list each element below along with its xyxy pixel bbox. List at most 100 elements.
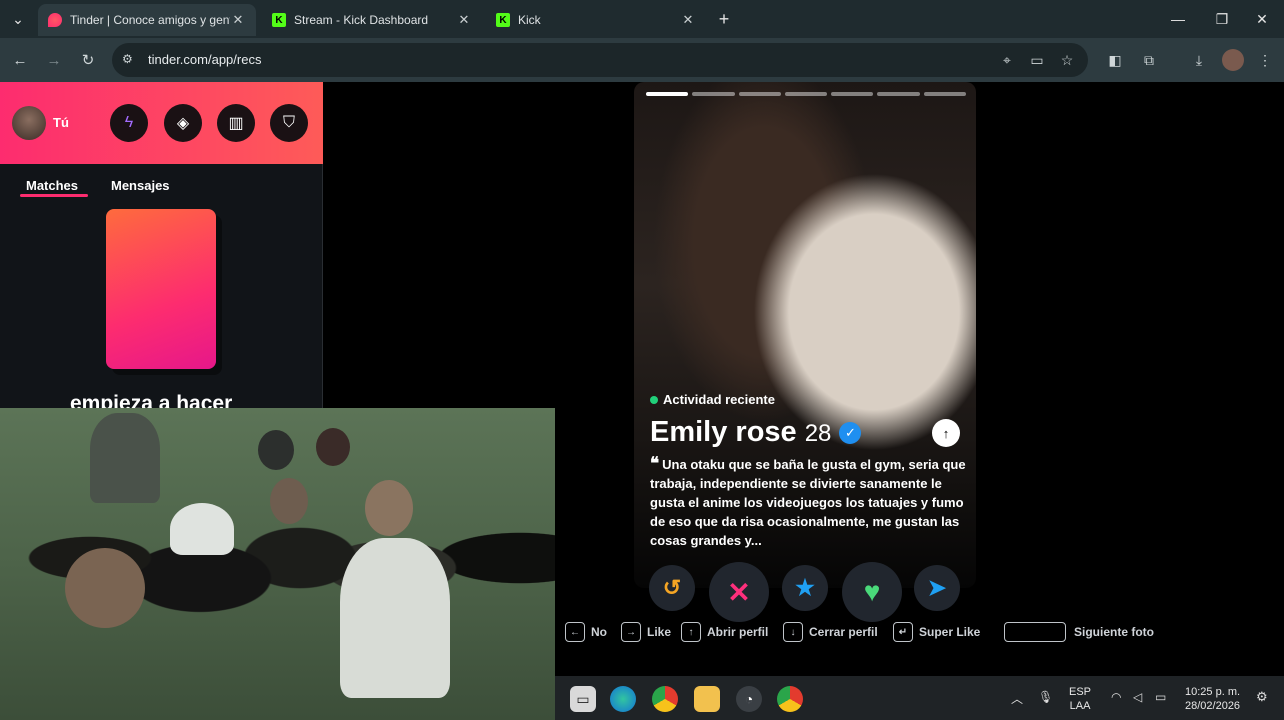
profile-name: Emily rose — [650, 416, 797, 448]
menu-icon[interactable]: ⋮ — [1254, 49, 1276, 71]
battery-icon[interactable]: ▭ — [1155, 690, 1166, 704]
file-explorer-icon[interactable] — [694, 686, 720, 712]
tab-messages[interactable]: Mensajes — [111, 178, 170, 193]
notification-icon[interactable]: ⚙ — [1256, 689, 1268, 705]
cap-on-wall — [258, 430, 294, 470]
tab-kick[interactable]: K Kick ✕ — [486, 4, 706, 36]
extension-icon[interactable]: ◧ — [1104, 49, 1126, 71]
send-icon: ➤ — [927, 575, 947, 600]
new-tab-button[interactable]: + — [708, 0, 740, 38]
person-face — [65, 548, 145, 628]
briefcase-icon[interactable]: ▥ — [217, 104, 255, 142]
tab-matches[interactable]: Matches — [26, 178, 78, 193]
shield-icon[interactable]: ⛉ — [270, 104, 308, 142]
activity-text: Actividad reciente — [663, 392, 775, 407]
explore-compass-icon[interactable]: ◈ — [164, 104, 202, 142]
hint-4: ↓ Cerrar perfil — [783, 622, 878, 642]
chrome-icon[interactable] — [652, 686, 678, 712]
address-bar[interactable]: ⚙ tinder.com/app/recs ⌖ ▭ ☆ — [112, 43, 1088, 77]
photo-progress-segment[interactable] — [738, 92, 781, 96]
hint-label: Like — [647, 625, 672, 639]
open-profile-button[interactable]: ↑ — [932, 419, 960, 447]
profile-avatar-icon[interactable] — [1222, 49, 1244, 71]
tray-chevron-icon[interactable]: ︿ — [1011, 690, 1023, 707]
tab-title: Tinder | Conoce amigos y gente — [70, 13, 230, 27]
hint-label: No — [591, 625, 607, 639]
hint-6: Siguiente foto — [1004, 622, 1154, 642]
photo-progress-segment[interactable] — [877, 92, 920, 96]
tab-tinder[interactable]: Tinder | Conoce amigos y gente ✕ — [38, 4, 256, 36]
close-window-icon[interactable]: ✕ — [1240, 0, 1284, 38]
online-dot-icon — [650, 395, 658, 404]
person-face — [270, 478, 308, 524]
edge-icon[interactable] — [610, 686, 636, 712]
active-tab-indicator — [20, 194, 88, 197]
download-icon[interactable]: ⤓ — [1188, 49, 1210, 71]
tinder-sidebar: Tú ϟ ◈ ▥ ⛉ Matches Mensajes empieza a ha… — [0, 82, 323, 415]
browser-tab-strip: ⌄ Tinder | Conoce amigos y gente ✕ K Str… — [0, 0, 1284, 38]
clock[interactable]: 10:25 p. m. 28/02/2026 — [1185, 685, 1240, 713]
photo-progress-segment[interactable] — [923, 92, 966, 96]
profile-card[interactable]: Actividad reciente Emily rose 28 ✓ ↑ ❝ Un… — [634, 82, 976, 588]
rewind-button[interactable]: ↺ — [649, 565, 695, 611]
nope-button[interactable]: ✕ — [709, 562, 769, 622]
forward-icon[interactable]: → — [42, 48, 66, 72]
super-like-button[interactable]: ★ — [782, 565, 828, 611]
lang-bottom: LAA — [1069, 700, 1091, 712]
hint-5: ↵ Super Like — [893, 622, 980, 642]
avatar[interactable] — [12, 106, 46, 140]
tab-title: Stream - Kick Dashboard — [294, 13, 429, 27]
location-icon[interactable]: ⌖ — [996, 49, 1018, 71]
sidebar-header: Tú ϟ ◈ ▥ ⛉ — [0, 82, 323, 164]
user-name[interactable]: Tú — [53, 115, 69, 130]
restore-icon[interactable]: ❐ — [1200, 0, 1244, 38]
star-icon: ★ — [795, 575, 815, 600]
back-icon[interactable]: ← — [8, 48, 32, 72]
site-info-icon[interactable]: ⚙ — [122, 52, 133, 66]
tab-kick-dashboard[interactable]: K Stream - Kick Dashboard ✕ — [262, 4, 482, 36]
puzzle-icon[interactable]: ⧉ — [1138, 49, 1160, 71]
bio-text: Una otaku que se baña le gusta el gym, s… — [650, 457, 966, 548]
hint-label: Super Like — [919, 625, 981, 639]
hint-label: Abrir perfil — [707, 625, 769, 639]
close-tab-icon[interactable]: ✕ — [680, 12, 696, 28]
likes-card[interactable] — [106, 209, 216, 369]
bookmark-star-icon[interactable]: ☆ — [1056, 49, 1078, 71]
microphone-icon[interactable]: 🎙 — [1038, 690, 1053, 704]
chrome-profile-icon[interactable] — [777, 686, 803, 712]
photo-progress-segment[interactable] — [692, 92, 735, 96]
tab-search-icon[interactable]: ⌄ — [0, 0, 36, 38]
cast-icon[interactable]: ▭ — [1026, 49, 1048, 71]
language-indicator[interactable]: ESP LAA — [1069, 685, 1091, 713]
kick-logo-icon: K — [496, 13, 510, 27]
verified-icon: ✓ — [839, 421, 862, 444]
boost-button[interactable]: ➤ — [914, 565, 960, 611]
quote-icon: ❝ — [650, 454, 660, 473]
clock-time: 10:25 p. m. — [1185, 686, 1241, 698]
photo-progress-segment[interactable] — [646, 92, 689, 96]
heart-icon: ♥ — [863, 576, 881, 607]
close-icon: ✕ — [727, 576, 751, 608]
shark-decoration — [90, 413, 160, 503]
reload-icon[interactable]: ↻ — [76, 48, 100, 72]
key-icon — [1004, 622, 1066, 642]
close-tab-icon[interactable]: ✕ — [230, 12, 246, 28]
white-hoodie — [340, 538, 450, 698]
hint-label: Cerrar perfil — [809, 625, 878, 639]
kick-logo-icon: K — [272, 13, 286, 27]
cap-on-wall — [316, 428, 350, 466]
minimize-icon[interactable]: — — [1156, 0, 1200, 38]
photo-progress-segment[interactable] — [784, 92, 828, 96]
like-button[interactable]: ♥ — [842, 562, 902, 622]
hint-2: → Like — [621, 622, 671, 642]
boost-icon[interactable]: ϟ — [110, 104, 148, 142]
close-tab-icon[interactable]: ✕ — [456, 12, 472, 28]
task-view-icon[interactable]: ▭ — [570, 686, 596, 712]
volume-icon[interactable]: ◁ — [1133, 690, 1142, 704]
wifi-icon[interactable]: ◠ — [1111, 690, 1121, 704]
white-cap — [170, 503, 234, 555]
browser-toolbar: ← → ↻ ⚙ tinder.com/app/recs ⌖ ▭ ☆ ◧ ⧉ ⤓ … — [0, 38, 1284, 82]
photo-progress-segment[interactable] — [831, 92, 874, 96]
app-icon[interactable]: ◔ — [736, 686, 762, 712]
url-text: tinder.com/app/recs — [148, 52, 262, 67]
